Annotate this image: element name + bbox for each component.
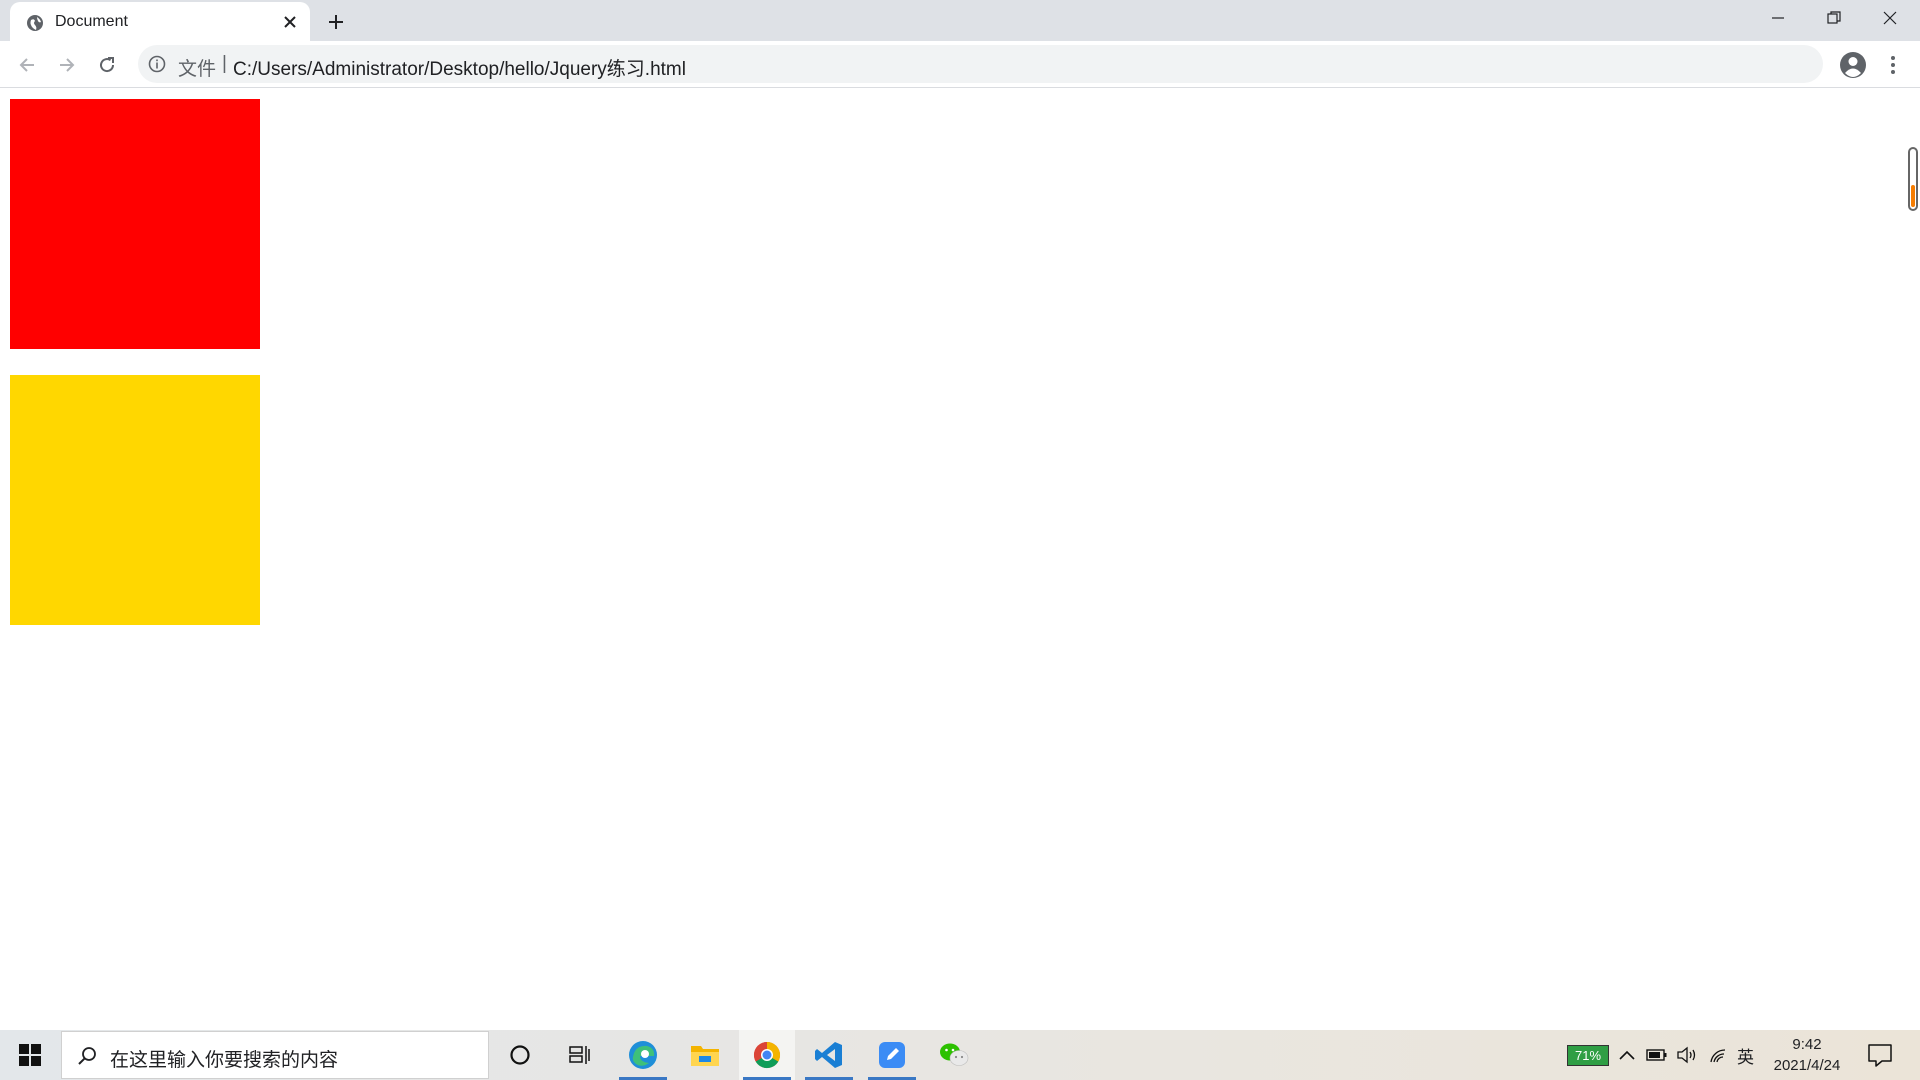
omnibox-separator: | — [222, 53, 227, 74]
tab-document[interactable]: Document — [10, 2, 310, 41]
clock-time: 9:42 — [1792, 1036, 1822, 1053]
cortana-icon — [510, 1045, 530, 1065]
arrow-left-icon — [19, 58, 34, 72]
windows-taskbar: 在这里输入你要搜索的内容 71% 英 9:42 2021/4/24 — [0, 1030, 1920, 1080]
task-view-icon — [569, 1046, 590, 1064]
scrollbar-accent — [1911, 185, 1915, 207]
arrow-right-icon — [60, 58, 75, 72]
search-icon — [78, 1047, 96, 1065]
close-icon — [1883, 11, 1897, 25]
search-placeholder: 在这里输入你要搜索的内容 — [110, 1050, 339, 1071]
speaker-icon — [1677, 1046, 1696, 1064]
close-icon — [284, 16, 296, 28]
vscode-taskbar-button[interactable] — [801, 1030, 857, 1080]
start-button[interactable] — [0, 1030, 60, 1080]
url-text[interactable]: C:/Users/Administrator/Desktop/hello/Jqu… — [233, 54, 686, 81]
minimize-button[interactable] — [1750, 0, 1806, 36]
windows-logo-icon — [19, 1044, 41, 1066]
wifi-icon — [1710, 1049, 1726, 1063]
edge-taskbar-button[interactable] — [615, 1030, 671, 1080]
ime-indicator[interactable]: 英 — [1737, 1043, 1754, 1068]
browser-toolbar: 文件 | C:/Users/Administrator/Desktop/hell… — [0, 41, 1920, 88]
battery-percent-badge[interactable]: 71% — [1567, 1045, 1609, 1066]
cortana-button[interactable] — [492, 1030, 548, 1080]
chrome-icon — [753, 1041, 781, 1069]
info-icon[interactable] — [148, 55, 166, 73]
address-bar[interactable]: 文件 | C:/Users/Administrator/Desktop/hell… — [138, 45, 1823, 83]
file-explorer-taskbar-button[interactable] — [677, 1030, 733, 1080]
wechat-icon — [940, 1043, 969, 1066]
restore-button[interactable] — [1806, 0, 1862, 36]
reload-button[interactable] — [92, 50, 122, 80]
minimize-icon — [1772, 17, 1784, 19]
file-explorer-icon — [691, 1046, 719, 1066]
vscode-icon — [815, 1042, 842, 1068]
page-viewport — [0, 89, 1920, 1030]
tab-title: Document — [55, 13, 128, 30]
tab-close-button[interactable] — [278, 10, 302, 34]
wechat-taskbar-button[interactable] — [926, 1030, 982, 1080]
close-window-button[interactable] — [1862, 0, 1918, 36]
task-view-button[interactable] — [552, 1030, 608, 1080]
chrome-taskbar-button[interactable] — [739, 1030, 795, 1080]
yellow-box — [10, 375, 260, 625]
notification-center-icon[interactable] — [1866, 1042, 1894, 1068]
note-app-icon — [879, 1042, 905, 1068]
new-tab-button[interactable] — [322, 8, 350, 36]
battery-tray-button[interactable] — [1645, 1043, 1669, 1067]
clock-date: 2021/4/24 — [1773, 1057, 1841, 1074]
scheme-label: 文件 — [178, 59, 217, 80]
taskbar-clock[interactable]: 9:42 2021/4/24 — [1766, 1034, 1848, 1076]
restore-icon — [1827, 11, 1841, 24]
reload-icon — [100, 57, 115, 73]
more-vertical-icon — [1891, 56, 1895, 74]
volume-tray-button[interactable] — [1675, 1043, 1699, 1067]
browser-menu-button[interactable] — [1878, 50, 1908, 80]
plus-icon — [329, 15, 343, 29]
browser-titlebar: Document — [0, 0, 1920, 41]
edge-icon — [629, 1041, 657, 1069]
red-box — [10, 99, 260, 349]
globe-icon — [27, 15, 43, 31]
note-app-taskbar-button[interactable] — [864, 1030, 920, 1080]
forward-button[interactable] — [52, 50, 82, 80]
show-hidden-icons-button[interactable] — [1615, 1043, 1639, 1067]
network-tray-button[interactable] — [1706, 1043, 1730, 1067]
taskbar-search-box[interactable]: 在这里输入你要搜索的内容 — [61, 1031, 489, 1079]
battery-icon — [1646, 1049, 1667, 1061]
profile-avatar-icon[interactable] — [1838, 50, 1868, 80]
chevron-up-icon — [1619, 1050, 1635, 1060]
back-button[interactable] — [12, 50, 42, 80]
